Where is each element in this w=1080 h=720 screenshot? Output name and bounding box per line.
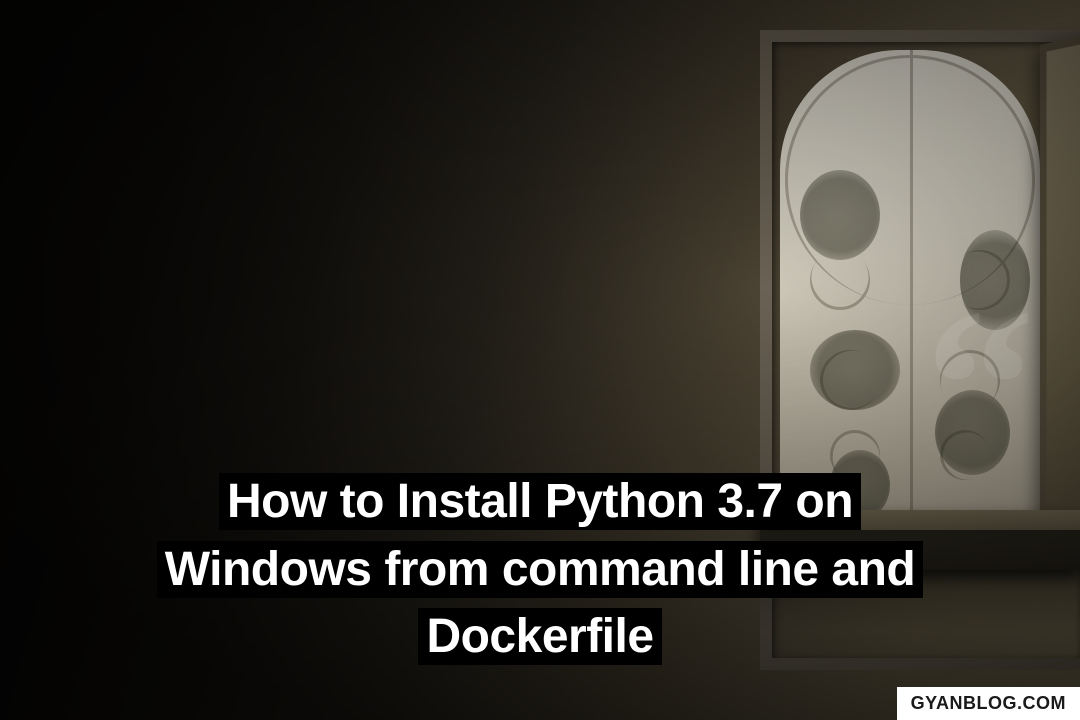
quote-decoration-icon: “ — [925, 330, 1035, 440]
article-title: How to Install Python 3.7 on Windows fro… — [157, 473, 923, 664]
title-container: How to Install Python 3.7 on Windows fro… — [115, 468, 965, 670]
site-watermark: GYANBLOG.COM — [897, 687, 1080, 720]
